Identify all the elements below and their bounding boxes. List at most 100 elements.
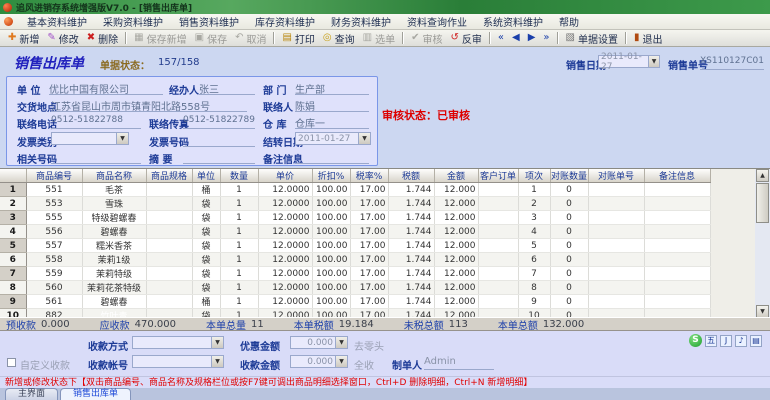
grid-cell-name[interactable]: 茉莉1级 (82, 252, 147, 267)
grid-cell-code[interactable]: 560 (26, 280, 83, 295)
grid-cell-qty[interactable]: 1 (220, 280, 259, 295)
grid-cell-remark[interactable] (644, 280, 711, 295)
grid-cell-tax[interactable]: 1.744 (388, 210, 435, 225)
grid-cell-remark[interactable] (644, 266, 711, 281)
grid-cell-taxrate[interactable]: 17.00 (350, 266, 389, 281)
row-number[interactable]: 5 (0, 238, 27, 253)
menu-item[interactable]: 资料查询作业 (399, 14, 475, 29)
row-number[interactable]: 6 (0, 252, 27, 267)
grid-cell-tax[interactable]: 1.744 (388, 238, 435, 253)
grid-cell-name[interactable]: 茉莉特级 (82, 266, 147, 281)
hand-input-icon[interactable]: J (720, 334, 732, 347)
grid-cell-qty[interactable]: 1 (220, 210, 259, 225)
grid-cell-check_no[interactable] (588, 210, 645, 225)
grid-cell-unit[interactable]: 袋 (192, 210, 221, 225)
grid-cell-taxrate[interactable]: 17.00 (350, 182, 389, 197)
row-number[interactable]: 4 (0, 224, 27, 239)
chevron-down-icon[interactable]: ▼ (335, 337, 347, 348)
row-number[interactable]: 9 (0, 294, 27, 309)
grid-cell-discount[interactable]: 100.00 (312, 294, 351, 309)
chevron-down-icon[interactable]: ▼ (358, 133, 370, 144)
chevron-down-icon[interactable]: ▼ (648, 56, 659, 67)
col-header-remark[interactable]: 备注信息 (644, 169, 711, 183)
grid-cell-price[interactable]: 12.0000 (258, 210, 313, 225)
col-header-seq[interactable]: 项次 (518, 169, 551, 183)
grid-cell-spec[interactable] (146, 252, 193, 267)
fax-field[interactable]: 0512-51822789 (183, 115, 255, 129)
remark-field[interactable] (295, 150, 369, 164)
menu-item[interactable]: 采购资料维护 (95, 14, 171, 29)
grid-cell-spec[interactable] (146, 238, 193, 253)
grid-cell-cust_order[interactable] (478, 210, 519, 225)
grid-cell-check_qty[interactable]: 0 (550, 182, 589, 197)
bottom-tab[interactable]: 销售出库单 (60, 388, 132, 400)
phone-field[interactable]: 0512-51822788 (51, 115, 141, 129)
scroll-up-icon[interactable]: ▲ (756, 169, 769, 182)
grid-cell-cust_order[interactable] (478, 280, 519, 295)
grid-cell-check_no[interactable] (588, 238, 645, 253)
grid-cell-amount[interactable]: 12.000 (434, 196, 479, 211)
row-number[interactable]: 3 (0, 210, 27, 225)
grid-cell-code[interactable]: 553 (26, 196, 83, 211)
abstract-field[interactable] (183, 150, 255, 164)
nav-first-button[interactable]: « (494, 31, 508, 46)
grid-cell-unit[interactable]: 袋 (192, 266, 221, 281)
menu-item[interactable]: 销售资料维护 (171, 14, 247, 29)
grid-cell-check_qty[interactable]: 0 (550, 280, 589, 295)
grid-cell-check_no[interactable] (588, 280, 645, 295)
grid-cell-qty[interactable]: 1 (220, 224, 259, 239)
grid-cell-name[interactable]: 糯米香茶 (82, 238, 147, 253)
grid-cell-remark[interactable] (644, 210, 711, 225)
grid-cell-amount[interactable]: 12.000 (434, 252, 479, 267)
grid-cell-check_qty[interactable]: 0 (550, 238, 589, 253)
grid-cell-remark[interactable] (644, 196, 711, 211)
grid-cell-unit[interactable]: 袋 (192, 238, 221, 253)
grid-cell-price[interactable]: 12.0000 (258, 280, 313, 295)
nav-prev-button[interactable]: ◀ (508, 31, 524, 46)
grid-cell-check_qty[interactable]: 0 (550, 196, 589, 211)
grid-cell-cust_order[interactable] (478, 294, 519, 309)
grid-cell-amount[interactable]: 12.000 (434, 210, 479, 225)
col-header-code[interactable]: 商品编号 (26, 169, 83, 183)
discount-amount-field[interactable]: 0.000 ▼ (290, 336, 348, 349)
grid-cell-cust_order[interactable] (478, 252, 519, 267)
grid-cell-taxrate[interactable]: 17.00 (350, 210, 389, 225)
menu-item[interactable]: 帮助 (551, 14, 587, 29)
chevron-down-icon[interactable]: ▼ (211, 356, 223, 367)
grid-cell-seq[interactable]: 5 (518, 238, 551, 253)
chevron-down-icon[interactable]: ▼ (211, 337, 223, 348)
grid-cell-unit[interactable]: 袋 (192, 252, 221, 267)
grid-cell-tax[interactable]: 1.744 (388, 252, 435, 267)
grid-cell-cust_order[interactable] (478, 196, 519, 211)
edit-button[interactable]: ✎ 修改 (43, 31, 82, 46)
grid-cell-cust_order[interactable] (478, 238, 519, 253)
grid-cell-qty[interactable]: 1 (220, 252, 259, 267)
grid-cell-discount[interactable]: 100.00 (312, 210, 351, 225)
grid-cell-spec[interactable] (146, 196, 193, 211)
related-no-field[interactable] (51, 150, 141, 164)
grid-cell-tax[interactable]: 1.744 (388, 196, 435, 211)
grid-cell-check_no[interactable] (588, 266, 645, 281)
grid-cell-code[interactable]: 556 (26, 224, 83, 239)
grid-cell-amount[interactable]: 12.000 (434, 266, 479, 281)
grid-cell-remark[interactable] (644, 252, 711, 267)
grid-cell-check_no[interactable] (588, 252, 645, 267)
invoice-type-select[interactable]: ▼ (51, 132, 129, 145)
carry-date-select[interactable]: 2011-01-27 ▼ (295, 132, 371, 145)
nav-last-button[interactable]: » (539, 31, 553, 46)
grid-cell-seq[interactable]: 3 (518, 210, 551, 225)
grid-cell-qty[interactable]: 1 (220, 294, 259, 309)
col-header-cust_order[interactable]: 客户订单 (478, 169, 519, 183)
grid-cell-remark[interactable] (644, 294, 711, 309)
grid-cell-amount[interactable]: 12.000 (434, 294, 479, 309)
grid-cell-tax[interactable]: 1.744 (388, 182, 435, 197)
grid-cell-unit[interactable]: 袋 (192, 224, 221, 239)
exit-button[interactable]: ▮ 退出 (630, 31, 667, 46)
grid-cell-price[interactable]: 12.0000 (258, 252, 313, 267)
grid-cell-seq[interactable]: 7 (518, 266, 551, 281)
sound-icon[interactable]: ♪ (735, 334, 747, 347)
delete-button[interactable]: ✖ 删除 (83, 31, 122, 46)
grid-cell-seq[interactable]: 2 (518, 196, 551, 211)
col-header-check_qty[interactable]: 对账数量 (550, 169, 589, 183)
menu-item[interactable]: 财务资料维护 (323, 14, 399, 29)
